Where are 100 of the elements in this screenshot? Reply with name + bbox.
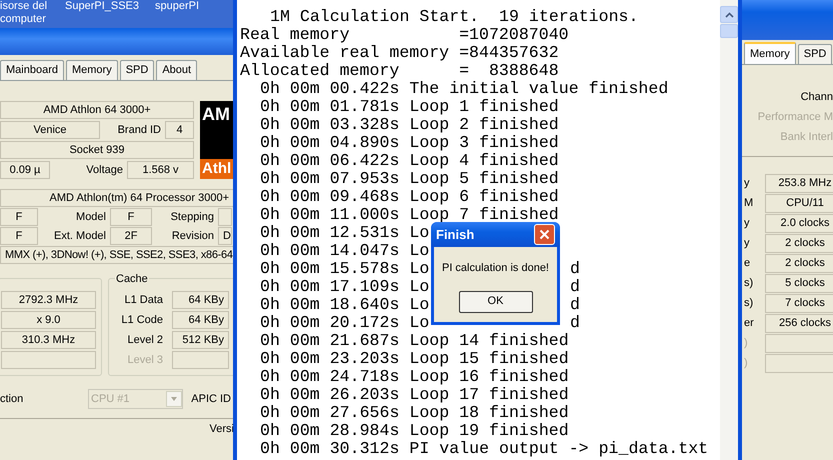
log-line: 0h 00m 17.109s Lo: [260, 277, 430, 296]
log-line-tail: d: [570, 314, 580, 332]
desktop-icon-label[interactable]: spuperPI: [155, 0, 235, 13]
log-line-tail: d: [570, 260, 580, 278]
log-line: 0h 00m 28.984s Loop 19 finished: [260, 421, 569, 440]
log-line: 0h 00m 18.640s Lo: [260, 295, 430, 314]
log-line: 0h 00m 09.468s Loop 6 finished: [260, 187, 559, 206]
value-field: MMX (+), 3DNow! (+), SSE, SSE2, SSE3, x86-64: [0, 246, 234, 264]
field-label: Level 2: [128, 332, 163, 348]
scrollbar[interactable]: [720, 0, 738, 460]
value-field: 2 clocks: [765, 254, 833, 273]
field-label: Level 3: [128, 352, 163, 368]
scroll-up-button[interactable]: [720, 6, 738, 23]
value-field: 7 clocks: [765, 294, 833, 313]
field-label: Chann: [800, 90, 833, 105]
value-field: 0.09 µ: [0, 161, 50, 179]
value-field: [172, 351, 229, 369]
value-field: 2792.3 MHz: [1, 291, 96, 309]
log-line: Real memory =1072087040: [240, 25, 569, 44]
desktop-icon-label[interactable]: computer: [0, 13, 65, 26]
value-field: 310.3 MHz: [1, 331, 96, 349]
field-label: Bank Interl: [780, 130, 833, 145]
version-label: Versi: [210, 422, 234, 437]
field-label: ction: [0, 392, 24, 407]
log-line: 0h 00m 01.781s Loop 1 finished: [260, 97, 559, 116]
value-field: D: [218, 227, 232, 245]
value-field: 4: [165, 121, 194, 139]
log-line: 0h 00m 04.890s Loop 3 finished: [260, 133, 559, 152]
field-label: Stepping: [170, 210, 214, 225]
value-field: F: [110, 208, 152, 226]
log-line: 0h 00m 23.203s Loop 15 finished: [260, 349, 569, 368]
value-field: F: [0, 208, 38, 226]
value-field: CPU/11: [765, 194, 833, 213]
field-label: y: [744, 216, 750, 232]
field-label: Model: [76, 210, 106, 225]
field-label: e: [744, 256, 750, 272]
field-label: ): [744, 356, 748, 372]
log-line: Available real memory =844357632: [240, 43, 559, 62]
field-label: L1 Code: [121, 312, 163, 328]
log-line: 0h 00m 14.047s Lo: [260, 241, 430, 260]
value-field: x 9.0: [1, 311, 96, 329]
field-label: Performance M: [758, 110, 833, 125]
desktop-icon-label[interactable]: isorse del: [0, 0, 65, 13]
field-label: y: [744, 236, 750, 252]
field-label: APIC ID: [191, 392, 231, 407]
log-line: 0h 00m 26.203s Loop 17 finished: [260, 385, 569, 404]
value-field: 64 KBy: [172, 311, 229, 329]
log-line: 0h 00m 27.656s Loop 18 finished: [260, 403, 569, 422]
scroll-thumb[interactable]: [720, 24, 738, 38]
log-line: 0h 00m 20.172s Lo: [260, 313, 430, 332]
field-label: Voltage: [86, 162, 123, 178]
tab[interactable]: SPD: [120, 60, 154, 80]
ok-button[interactable]: OK: [458, 290, 532, 312]
log-line: 0h 00m 21.687s Loop 14 finished: [260, 331, 569, 350]
log-line-tail: d: [570, 278, 580, 296]
value-field: 2 clocks: [765, 234, 833, 253]
field-label: L1 Data: [124, 292, 163, 308]
log-line: Allocated memory = 8388648: [240, 61, 559, 80]
log-line: 0h 00m 00.422s The initial value finished: [260, 79, 668, 98]
tab[interactable]: Mainboard: [0, 60, 64, 80]
close-button[interactable]: [534, 224, 555, 245]
desktop-icon-label[interactable]: SuperPI_SSE3: [65, 0, 155, 13]
log-line: 0h 00m 12.531s Lo: [260, 223, 430, 242]
value-field: 2.0 clocks: [765, 214, 833, 233]
value-field: 1.568 v: [127, 161, 194, 179]
field-label: s): [744, 276, 754, 292]
field-label: Revision: [172, 228, 214, 244]
field-label: y: [744, 176, 750, 192]
log-line: 0h 00m 30.312s PI value output -> pi_data.txt: [260, 439, 708, 458]
tab[interactable]: About: [156, 60, 198, 80]
value-field: 512 KBy: [172, 331, 229, 349]
field-label: Brand ID: [118, 122, 161, 138]
log-line-tail: d: [570, 296, 580, 314]
value-field: Socket 939: [0, 141, 194, 159]
log-line: 0h 00m 06.422s Loop 4 finished: [260, 151, 559, 170]
field-label: Ext. Model: [54, 228, 106, 244]
field-label: s): [744, 296, 754, 312]
close-icon: [539, 229, 550, 240]
value-field: 64 KBy: [172, 291, 229, 309]
log-line: 1M Calculation Start. 19 iterations.: [270, 7, 638, 26]
log-line: 0h 00m 24.718s Loop 16 finished: [260, 367, 569, 386]
value-field: 256 clocks: [765, 314, 833, 333]
field-label: M: [744, 196, 754, 212]
value-field: Venice: [0, 121, 100, 139]
value-field: F: [0, 227, 38, 245]
value-field: [218, 208, 232, 226]
field-label: er: [744, 316, 754, 332]
tab[interactable]: Memory: [744, 42, 796, 64]
tab[interactable]: Memory: [66, 60, 118, 80]
value-field: AMD Athlon(tm) 64 Processor 3000+: [0, 189, 234, 207]
value-field: 253.8 MHz: [765, 174, 833, 193]
field-label: ): [744, 336, 748, 352]
value-field: AMD Athlon 64 3000+: [0, 101, 194, 119]
dialog-title: Finish: [436, 226, 474, 244]
log-line: 0h 00m 07.953s Loop 5 finished: [260, 169, 559, 188]
value-field: 5 clocks: [765, 274, 833, 293]
tab[interactable]: SPD: [798, 44, 832, 64]
log-line: 0h 00m 15.578s Lo: [260, 259, 430, 278]
log-line: 0h 00m 11.000s Loop 7 finished: [260, 205, 559, 224]
log-line: 0h 00m 03.328s Loop 2 finished: [260, 115, 559, 134]
